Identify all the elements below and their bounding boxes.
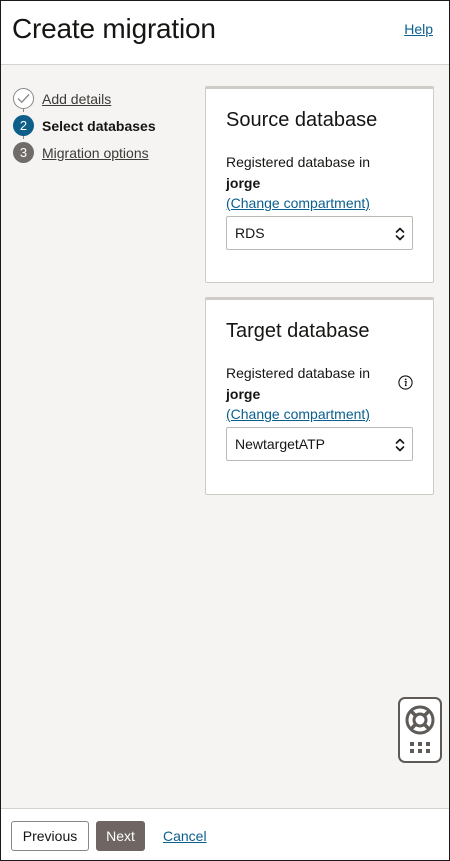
target-field-label: Registered database in — [226, 365, 370, 381]
chevron-updown-icon — [395, 438, 405, 452]
source-card-title: Source database — [226, 109, 378, 131]
page-title: Create migration — [12, 13, 216, 44]
target-database-card: Target database Registered database in j… — [205, 297, 434, 495]
grid-dots-icon — [410, 742, 430, 753]
page-header: Create migration Help — [1, 1, 449, 65]
step-add-details[interactable]: Add details — [13, 85, 193, 112]
target-selected-value: NewtargetATP — [235, 436, 325, 452]
help-link[interactable]: Help — [404, 21, 433, 37]
source-change-compartment-link[interactable]: (Change compartment) — [226, 195, 370, 211]
wizard-steps: Add details 2 Select databases 3 Migrati… — [13, 85, 193, 166]
target-database-select[interactable]: NewtargetATP — [226, 427, 413, 461]
step-label-add-details[interactable]: Add details — [42, 91, 111, 107]
source-selected-value: RDS — [235, 225, 265, 241]
info-icon[interactable] — [398, 375, 413, 390]
next-button[interactable]: Next — [96, 821, 145, 851]
step-migration-options[interactable]: 3 Migration options — [13, 139, 193, 166]
check-icon — [13, 88, 34, 109]
source-field-label: Registered database in — [226, 154, 370, 170]
step-label-select-databases: Select databases — [42, 117, 156, 134]
cancel-link[interactable]: Cancel — [163, 828, 207, 844]
app-frame: Create migration Help Add details 2 Sele… — [0, 0, 450, 861]
step-number: 2 — [13, 115, 34, 136]
step-label-migration-options[interactable]: Migration options — [42, 145, 149, 161]
source-compartment-name: jorge — [226, 175, 261, 191]
step-number: 3 — [13, 142, 34, 163]
target-compartment-name: jorge — [226, 386, 261, 402]
previous-button[interactable]: Previous — [11, 821, 89, 851]
target-card-title: Target database — [226, 320, 370, 342]
step-select-databases[interactable]: 2 Select databases — [13, 112, 193, 139]
target-change-compartment-link[interactable]: (Change compartment) — [226, 406, 370, 422]
help-widget[interactable] — [398, 697, 442, 763]
footer-bar: Previous Next Cancel — [1, 808, 449, 860]
lifebuoy-icon — [405, 705, 435, 735]
chevron-updown-icon — [395, 227, 405, 241]
source-database-select[interactable]: RDS — [226, 216, 413, 250]
source-database-card: Source database Registered database in j… — [205, 86, 434, 283]
